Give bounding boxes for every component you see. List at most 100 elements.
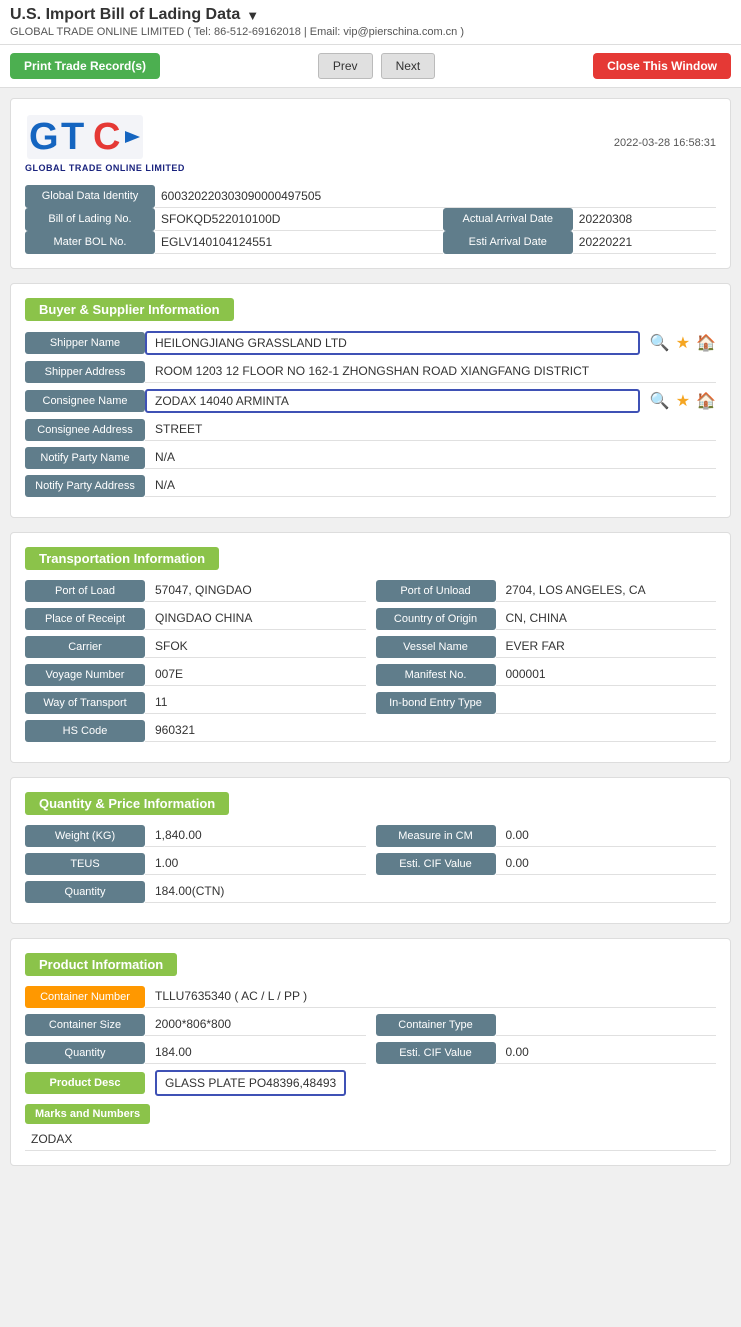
port-row: Port of Load 57047, QINGDAO Port of Unlo… (25, 580, 716, 602)
shipper-address-value: ROOM 1203 12 FLOOR NO 162-1 ZHONGSHAN RO… (145, 361, 716, 383)
next-button[interactable]: Next (381, 53, 436, 79)
identity-card: G T C GLOBAL TRADE ONLINE LIMITED 2022-0… (10, 98, 731, 269)
notify-party-address-row: Notify Party Address N/A (25, 475, 716, 497)
marks-section: Marks and Numbers ZODAX (25, 1104, 716, 1151)
manifest-label: Manifest No. (376, 664, 496, 686)
toolbar: Print Trade Record(s) Prev Next Close Th… (0, 45, 741, 88)
vessel-group: Vessel Name EVER FAR (376, 636, 717, 658)
teus-cif-row: TEUS 1.00 Esti. CIF Value 0.00 (25, 853, 716, 875)
shipper-name-value: HEILONGJIANG GRASSLAND LTD (145, 331, 640, 355)
port-load-group: Port of Load 57047, QINGDAO (25, 580, 366, 602)
consignee-address-label: Consignee Address (25, 419, 145, 441)
shipper-star-icon[interactable]: ★ (676, 333, 690, 353)
print-button[interactable]: Print Trade Record(s) (10, 53, 160, 79)
buyer-supplier-card: Buyer & Supplier Information Shipper Nam… (10, 283, 731, 518)
esti-arrival-value: 20220221 (573, 231, 716, 254)
consignee-icons: 🔍 ★ 🏠 (650, 391, 716, 411)
prev-button[interactable]: Prev (318, 53, 373, 79)
measure-group: Measure in CM 0.00 (376, 825, 717, 847)
inbond-group: In-bond Entry Type (376, 692, 717, 714)
consignee-name-value: ZODAX 14040 ARMINTA (145, 389, 640, 413)
container-size-label: Container Size (25, 1014, 145, 1036)
shipper-icons: 🔍 ★ 🏠 (650, 333, 716, 353)
shipper-home-icon[interactable]: 🏠 (696, 333, 716, 353)
quantity-label: Quantity (25, 881, 145, 903)
identity-table: Global Data Identity 6003202203030900004… (25, 185, 716, 254)
logo-area: G T C GLOBAL TRADE ONLINE LIMITED 2022-0… (25, 113, 716, 173)
port-unload-label: Port of Unload (376, 580, 496, 602)
global-data-row: Global Data Identity 6003202203030900004… (25, 185, 716, 208)
mater-bol-value: EGLV140104124551 (155, 231, 443, 254)
vessel-value: EVER FAR (496, 636, 717, 658)
country-origin-value: CN, CHINA (496, 608, 717, 630)
product-card: Product Information Container Number TLL… (10, 938, 731, 1166)
teus-label: TEUS (25, 853, 145, 875)
quantity-value: 184.00(CTN) (145, 881, 716, 903)
shipper-address-label: Shipper Address (25, 361, 145, 383)
global-data-value: 600320220303090000497505 (155, 185, 716, 208)
bol-row: Bill of Lading No. SFOKQD522010100D Actu… (25, 208, 716, 231)
way-transport-group: Way of Transport 11 (25, 692, 366, 714)
shipper-name-row: Shipper Name HEILONGJIANG GRASSLAND LTD … (25, 331, 716, 355)
container-size-group: Container Size 2000*806*800 (25, 1014, 366, 1036)
notify-party-name-label: Notify Party Name (25, 447, 145, 469)
shipper-search-icon[interactable]: 🔍 (650, 333, 670, 353)
dropdown-icon[interactable]: ▼ (246, 8, 259, 23)
close-button[interactable]: Close This Window (593, 53, 731, 79)
subtitle-text: GLOBAL TRADE ONLINE LIMITED ( Tel: 86-51… (10, 26, 731, 38)
receipt-origin-row: Place of Receipt QINGDAO CHINA Country o… (25, 608, 716, 630)
measure-value: 0.00 (496, 825, 717, 847)
logo-company-name: GLOBAL TRADE ONLINE LIMITED (25, 163, 185, 173)
product-quantity-value: 184.00 (145, 1042, 366, 1064)
transportation-header: Transportation Information (25, 547, 219, 570)
product-desc-row: Product Desc GLASS PLATE PO48396,48493 (25, 1070, 716, 1096)
carrier-value: SFOK (145, 636, 366, 658)
shipper-name-label: Shipper Name (25, 332, 145, 354)
hs-code-value: 960321 (145, 720, 716, 742)
port-load-label: Port of Load (25, 580, 145, 602)
global-data-label: Global Data Identity (25, 185, 155, 208)
mater-bol-row: Mater BOL No. EGLV140104124551 Esti Arri… (25, 231, 716, 254)
transportation-card: Transportation Information Port of Load … (10, 532, 731, 763)
consignee-address-row: Consignee Address STREET (25, 419, 716, 441)
inbond-label: In-bond Entry Type (376, 692, 496, 714)
hs-code-label: HS Code (25, 720, 145, 742)
notify-party-address-value: N/A (145, 475, 716, 497)
actual-arrival-value: 20220308 (573, 208, 716, 231)
voyage-group: Voyage Number 007E (25, 664, 366, 686)
consignee-search-icon[interactable]: 🔍 (650, 391, 670, 411)
product-quantity-label: Quantity (25, 1042, 145, 1064)
mater-bol-label: Mater BOL No. (25, 231, 155, 254)
marks-label: Marks and Numbers (25, 1104, 150, 1124)
company-logo: G T C GLOBAL TRADE ONLINE LIMITED (25, 113, 185, 173)
container-size-type-row: Container Size 2000*806*800 Container Ty… (25, 1014, 716, 1036)
consignee-star-icon[interactable]: ★ (676, 391, 690, 411)
container-type-value (496, 1014, 717, 1036)
product-desc-value: GLASS PLATE PO48396,48493 (155, 1070, 346, 1096)
container-type-label: Container Type (376, 1014, 496, 1036)
way-transport-value: 11 (145, 692, 366, 714)
voyage-manifest-row: Voyage Number 007E Manifest No. 000001 (25, 664, 716, 686)
container-number-label: Container Number (25, 986, 145, 1008)
country-origin-group: Country of Origin CN, CHINA (376, 608, 717, 630)
consignee-home-icon[interactable]: 🏠 (696, 391, 716, 411)
page-title: U.S. Import Bill of Lading Data ▼ (10, 6, 731, 24)
notify-party-address-label: Notify Party Address (25, 475, 145, 497)
consignee-name-row: Consignee Name ZODAX 14040 ARMINTA 🔍 ★ 🏠 (25, 389, 716, 413)
place-receipt-group: Place of Receipt QINGDAO CHINA (25, 608, 366, 630)
way-transport-label: Way of Transport (25, 692, 145, 714)
country-origin-label: Country of Origin (376, 608, 496, 630)
hs-code-row: HS Code 960321 (25, 720, 716, 742)
notify-party-name-value: N/A (145, 447, 716, 469)
product-cif-group: Esti. CIF Value 0.00 (376, 1042, 717, 1064)
quantity-price-card: Quantity & Price Information Weight (KG)… (10, 777, 731, 924)
carrier-label: Carrier (25, 636, 145, 658)
weight-group: Weight (KG) 1,840.00 (25, 825, 366, 847)
voyage-label: Voyage Number (25, 664, 145, 686)
weight-label: Weight (KG) (25, 825, 145, 847)
product-quantity-group: Quantity 184.00 (25, 1042, 366, 1064)
esti-arrival-label: Esti Arrival Date (443, 231, 573, 254)
container-number-row: Container Number TLLU7635340 ( AC / L / … (25, 986, 716, 1008)
weight-value: 1,840.00 (145, 825, 366, 847)
transport-inbond-row: Way of Transport 11 In-bond Entry Type (25, 692, 716, 714)
